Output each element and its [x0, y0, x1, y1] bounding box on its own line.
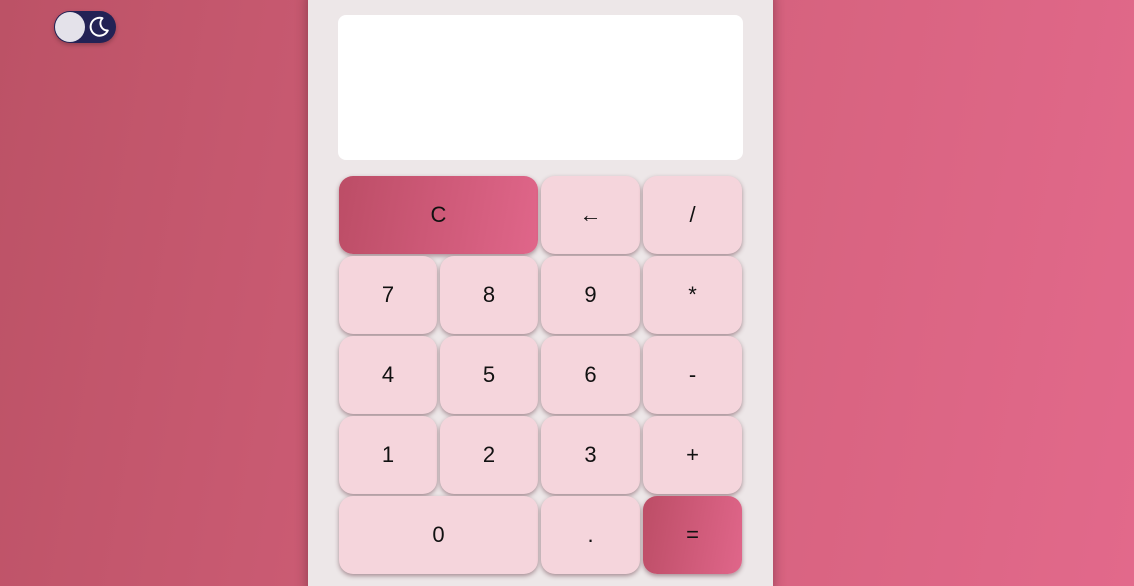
- calculator-display: [338, 15, 743, 160]
- calculator: C ← / 7 8 9 * 4 5 6 - 1 2 3 + 0 . =: [308, 0, 773, 586]
- multiply-button[interactable]: *: [643, 256, 742, 334]
- digit-9-button[interactable]: 9: [541, 256, 640, 334]
- equals-button[interactable]: =: [643, 496, 742, 574]
- digit-1-button[interactable]: 1: [339, 416, 437, 494]
- digit-2-button[interactable]: 2: [440, 416, 538, 494]
- backspace-button[interactable]: ←: [541, 176, 640, 254]
- divide-button[interactable]: /: [643, 176, 742, 254]
- keypad: C ← / 7 8 9 * 4 5 6 - 1 2 3 + 0 . =: [339, 176, 743, 574]
- toggle-knob: [55, 12, 85, 42]
- theme-toggle[interactable]: [54, 11, 116, 43]
- clear-button[interactable]: C: [339, 176, 538, 254]
- subtract-button[interactable]: -: [643, 336, 742, 414]
- add-button[interactable]: +: [643, 416, 742, 494]
- digit-6-button[interactable]: 6: [541, 336, 640, 414]
- digit-4-button[interactable]: 4: [339, 336, 437, 414]
- digit-0-button[interactable]: 0: [339, 496, 538, 574]
- decimal-button[interactable]: .: [541, 496, 640, 574]
- digit-7-button[interactable]: 7: [339, 256, 437, 334]
- digit-5-button[interactable]: 5: [440, 336, 538, 414]
- digit-3-button[interactable]: 3: [541, 416, 640, 494]
- digit-8-button[interactable]: 8: [440, 256, 538, 334]
- moon-icon: [89, 16, 109, 37]
